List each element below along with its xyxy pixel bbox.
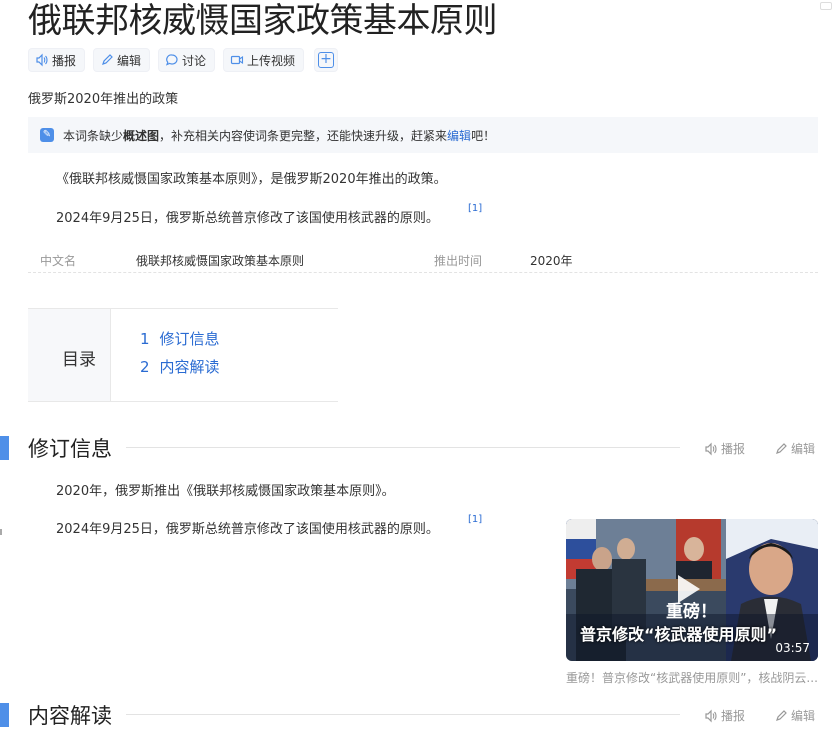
toc-item-text: 修订信息 xyxy=(159,330,220,348)
collapse-indicator[interactable] xyxy=(820,2,832,10)
section-divider xyxy=(126,714,680,715)
upload-video-button[interactable]: 上传视频 xyxy=(223,48,305,72)
toc-item-interpretation[interactable]: 2 内容解读 xyxy=(140,356,220,377)
broadcast-label: 播报 xyxy=(52,53,77,68)
page-title: 俄联邦核威慑国家政策基本原则 xyxy=(28,1,498,41)
left-edge-marker xyxy=(0,529,2,535)
basic-info-row: 中文名 俄联邦核威慑国家政策基本原则 推出时间 2020年 xyxy=(28,246,818,273)
speaker-icon xyxy=(705,709,717,722)
table-of-contents: 目录 1 修订信息 2 内容解读 xyxy=(28,308,338,402)
subtitle: 俄罗斯2020年推出的政策 xyxy=(28,92,179,107)
video-camera-icon xyxy=(230,55,244,65)
toc-item-number: 1 xyxy=(140,330,150,348)
pencil-icon xyxy=(776,709,787,721)
notice-middle: ，补充相关内容使词条更完整，还能快速升级，赶紧来 xyxy=(159,129,448,143)
pencil-icon xyxy=(102,54,113,65)
edit-button[interactable]: 编辑 xyxy=(93,48,151,72)
pencil-icon xyxy=(776,442,787,454)
notice-prefix: 本词条缺少 xyxy=(63,129,124,143)
chat-bubble-icon xyxy=(165,54,178,66)
section-broadcast-button[interactable]: 播报 xyxy=(704,707,745,724)
broadcast-button[interactable]: 播报 xyxy=(28,48,86,72)
speaker-icon xyxy=(705,442,717,455)
section-title-interpretation: 内容解读 xyxy=(28,704,112,728)
discuss-button[interactable]: 讨论 xyxy=(158,48,216,72)
section-accent-bar xyxy=(0,703,9,727)
revision-reference-link[interactable]: [1] xyxy=(468,514,482,525)
speaker-icon xyxy=(36,53,48,67)
section-divider xyxy=(126,447,680,448)
info-key-chinese-name: 中文名 xyxy=(40,254,77,268)
toc-label: 目录 xyxy=(62,350,96,370)
toc-item-text: 内容解读 xyxy=(159,358,220,376)
info-key-launch-time: 推出时间 xyxy=(434,254,483,268)
summary-paragraph-1: 《俄联邦核威慑国家政策基本原则》，是俄罗斯2020年推出的政策。 xyxy=(56,172,447,187)
section-edit-label: 编辑 xyxy=(791,709,816,723)
section-broadcast-button[interactable]: 播报 xyxy=(704,440,745,457)
section-accent-bar xyxy=(0,436,9,460)
section-title-revision: 修订信息 xyxy=(28,437,112,461)
summary-paragraph-2-text: 2024年9月25日，俄罗斯总统普京修改了该国使用核武器的原则。 xyxy=(56,211,439,226)
edit-label: 编辑 xyxy=(117,53,142,68)
toc-label-panel: 目录 xyxy=(28,309,111,401)
info-value-launch-time: 2020年 xyxy=(530,254,573,268)
video-duration: 03:57 xyxy=(775,641,810,655)
summary-paragraph-2: 2024年9月25日，俄罗斯总统普京修改了该国使用核武器的原则。 xyxy=(56,207,439,226)
notice-text: 本词条缺少概述图，补充相关内容使词条更完整，还能快速升级，赶紧来编辑吧！ xyxy=(63,127,495,144)
section-edit-button[interactable]: 编辑 xyxy=(774,707,815,724)
video-caption[interactable]: 重磅！普京修改“核武器使用原则”，核战阴云... xyxy=(566,669,818,686)
notice-edit-link[interactable]: 编辑 xyxy=(447,129,471,143)
revision-paragraph-1: 2020年，俄罗斯推出《俄联邦核威慑国家政策基本原则》。 xyxy=(56,484,395,499)
video-overlay-title: 重磅！ xyxy=(666,602,717,622)
plus-icon: + xyxy=(318,52,334,68)
video-thumbnail[interactable]: 重磅！ 普京修改“核武器使用原则” 03:57 xyxy=(566,519,818,661)
notice-suffix: 吧！ xyxy=(471,129,496,143)
discuss-label: 讨论 xyxy=(182,53,207,68)
section-edit-label: 编辑 xyxy=(791,442,816,456)
summary-reference-link[interactable]: [1] xyxy=(468,203,482,214)
video-overlay-subtitle: 普京修改“核武器使用原则” xyxy=(580,625,778,644)
notice-bold: 概述图 xyxy=(123,129,160,143)
toc-item-revision[interactable]: 1 修订信息 xyxy=(140,328,220,349)
toc-item-number: 2 xyxy=(140,358,150,376)
section-broadcast-label: 播报 xyxy=(721,709,746,723)
add-button[interactable]: + xyxy=(314,48,338,72)
revision-paragraph-2: 2024年9月25日，俄罗斯总统普京修改了该国使用核武器的原则。 xyxy=(56,522,439,537)
section-edit-button[interactable]: 编辑 xyxy=(774,440,815,457)
upload-video-label: 上传视频 xyxy=(247,53,296,68)
info-value-chinese-name: 俄联邦核威慑国家政策基本原则 xyxy=(136,254,305,268)
section-broadcast-label: 播报 xyxy=(721,442,746,456)
edit-badge-icon: ✎ xyxy=(40,128,54,142)
missing-image-notice: ✎ 本词条缺少概述图，补充相关内容使词条更完整，还能快速升级，赶紧来编辑吧！ xyxy=(28,117,818,153)
